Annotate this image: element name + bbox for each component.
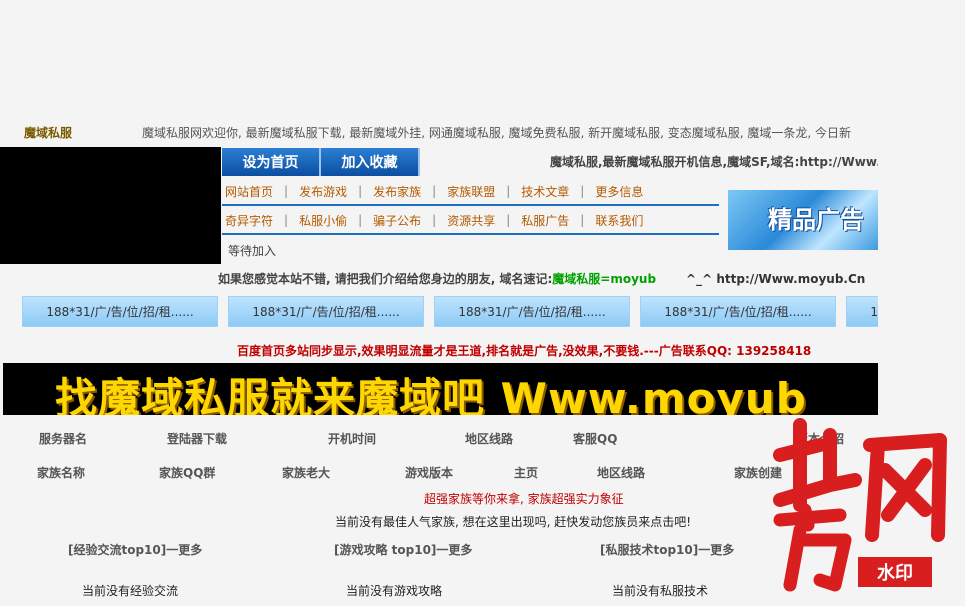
nav-resource-share[interactable]: 资源共享 — [447, 212, 495, 229]
no-family-message: 当前没有最佳人气家族, 想在这里出现吗, 赶快发动您族员来点击吧! — [335, 515, 692, 529]
watermark-label: 水印 — [877, 562, 913, 584]
nav-publish-family[interactable]: 发布家族 — [373, 183, 421, 200]
col-family-region: 地区线路 — [597, 466, 646, 480]
watermark-logo: 水印 — [773, 418, 947, 592]
site-brand[interactable]: 魔域私服 — [24, 124, 72, 141]
nav-divider — [222, 233, 719, 235]
baidu-ad-notice: 百度首页多站同步显示,效果明显流量才是王道,排名就是广告,没效果,不要钱.---… — [237, 344, 812, 358]
premium-ad-text: 精品广告 — [768, 206, 864, 234]
nav-contact-us[interactable]: 联系我们 — [595, 212, 643, 229]
main-banner[interactable]: 找魔域私服就来魔域吧 Www.moyub — [3, 363, 878, 415]
nav-divider — [222, 204, 719, 206]
nav-more-info[interactable]: 更多信息 — [595, 183, 643, 200]
ad-slot[interactable]: 188*31/广/告/位/招/租...... — [846, 296, 878, 327]
family-notice: 超强家族等你来拿, 家族超强实力象征 — [424, 492, 624, 506]
topic-experience-more[interactable]: [经验交流top10]一更多 — [68, 541, 202, 558]
nav-server-ads[interactable]: 私服广告 — [521, 212, 569, 229]
col-service-qq: 客服QQ — [573, 432, 618, 446]
col-server-name: 服务器名 — [39, 432, 88, 446]
topic-guides-more[interactable]: [游戏攻略 top10]一更多 — [334, 541, 472, 558]
nav-row-2: 奇异字符 | 私服小偷 | 骗子公布 | 资源共享 | 私服广告 | 联系我们 — [225, 212, 644, 229]
site-tagline: 魔域私服,最新魔域私服开机信息,魔域SF,域名:http://Www. — [550, 155, 878, 169]
recommend-text: 如果您感觉本站不错, 请把我们介绍给您身边的朋友, 域名速记:魔域私服=moyu… — [218, 270, 878, 287]
nav-special-chars[interactable]: 奇异字符 — [225, 212, 273, 229]
col-family-leader: 家族老大 — [282, 466, 331, 480]
set-homepage-button[interactable]: 设为首页 — [222, 148, 321, 176]
nav-scammer-list[interactable]: 骗子公布 — [373, 212, 421, 229]
empty-guides: 当前没有游戏攻略 — [346, 584, 443, 598]
nav-family-alliance[interactable]: 家族联盟 — [447, 183, 495, 200]
top-buttons: 设为首页 加入收藏 — [222, 148, 420, 176]
ad-slot[interactable]: 188*31/广/告/位/招/租...... — [22, 296, 218, 327]
welcome-marquee: 魔域私服网欢迎你, 最新魔域私服下载, 最新魔域外挂, 网通魔域私服, 魔域免费… — [142, 126, 852, 140]
topic-empty-row: 当前没有经验交流 当前没有游戏攻略 当前没有私服技术 — [0, 582, 878, 598]
site-url[interactable]: ^_^ http://Www.moyub.Cn — [686, 272, 865, 286]
ad-slot-row: 188*31/广/告/位/招/租...... 188*31/广/告/位/招/租.… — [22, 296, 878, 327]
topic-headers: [经验交流top10]一更多 [游戏攻略 top10]一更多 [私服技术top1… — [0, 541, 878, 557]
nav-publish-game[interactable]: 发布游戏 — [299, 183, 347, 200]
col-family-qq-group: 家族QQ群 — [159, 466, 216, 480]
add-favorite-button[interactable]: 加入收藏 — [321, 148, 420, 176]
banner-text: 找魔域私服就来魔域吧 Www.moyub — [55, 374, 807, 415]
nav-server-thief[interactable]: 私服小偷 — [299, 212, 347, 229]
recommend-message: 如果您感觉本站不错, 请把我们介绍给您身边的朋友, 域名速记: — [218, 272, 553, 286]
ad-slot[interactable]: 188*31/广/告/位/招/租...... — [640, 296, 836, 327]
nav-home[interactable]: 网站首页 — [225, 183, 273, 200]
col-region-line: 地区线路 — [465, 432, 514, 446]
col-open-time: 开机时间 — [328, 432, 377, 446]
col-homepage: 主页 — [514, 466, 539, 480]
col-launcher-download: 登陆器下载 — [167, 432, 228, 446]
col-game-version: 游戏版本 — [405, 466, 454, 480]
col-family-name: 家族名称 — [37, 466, 86, 480]
waiting-to-join[interactable]: 等待加入 — [228, 242, 276, 259]
ad-slot[interactable]: 188*31/广/告/位/招/租...... — [434, 296, 630, 327]
empty-tech: 当前没有私服技术 — [612, 584, 709, 598]
topic-tech-more[interactable]: [私服技术top10]一更多 — [600, 541, 734, 558]
nav-row-1: 网站首页 | 发布游戏 | 发布家族 | 家族联盟 | 技术文章 | 更多信息 — [225, 183, 644, 200]
nav-tech-articles[interactable]: 技术文章 — [521, 183, 569, 200]
empty-experience: 当前没有经验交流 — [82, 584, 179, 598]
domain-shortcut: 魔域私服=moyub — [552, 272, 657, 286]
ad-slot[interactable]: 188*31/广/告/位/招/租...... — [228, 296, 424, 327]
logo-area — [0, 147, 221, 264]
premium-ad-image[interactable]: 精品广告 — [728, 190, 878, 250]
